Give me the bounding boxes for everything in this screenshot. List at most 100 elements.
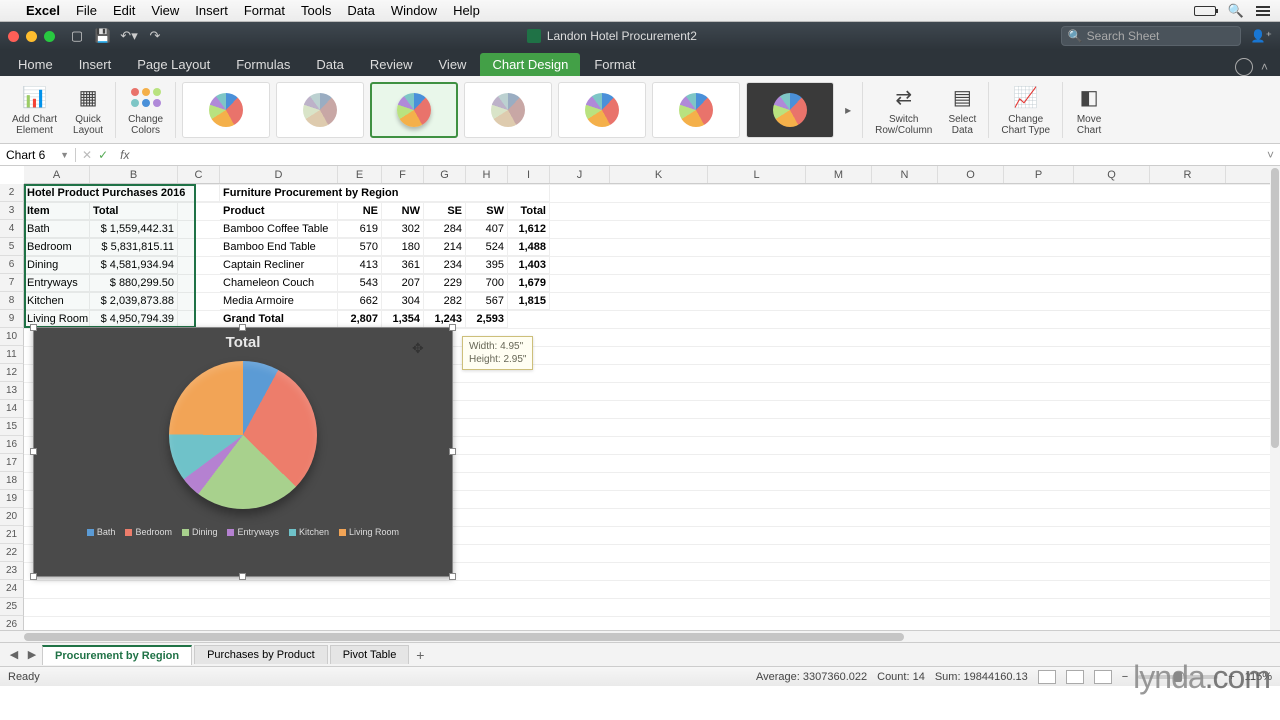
quick-layout-label: Quick Layout (73, 114, 103, 136)
collapse-ribbon-button[interactable]: ˄ (1261, 60, 1268, 74)
share-icon[interactable]: 👤⁺ (1251, 29, 1272, 43)
embedded-chart[interactable]: Total BathBedroomDiningEntrywaysKitchenL… (33, 327, 453, 577)
handle-ne[interactable] (449, 324, 456, 331)
excel-icon (527, 29, 541, 43)
change-chart-type-icon: 📈 (1012, 84, 1040, 112)
close-button[interactable] (8, 31, 19, 42)
handle-nw[interactable] (30, 324, 37, 331)
handle-s[interactable] (239, 573, 246, 580)
menu-file[interactable]: File (76, 3, 97, 18)
minimize-button[interactable] (26, 31, 37, 42)
menu-window[interactable]: Window (391, 3, 437, 18)
name-box-dropdown-icon[interactable]: ▼ (60, 150, 69, 160)
menu-edit[interactable]: Edit (113, 3, 135, 18)
pie-chart[interactable] (169, 361, 317, 509)
status-sum: Sum: 19844160.13 (935, 671, 1028, 683)
tab-home[interactable]: Home (6, 53, 65, 76)
zoom-in-button[interactable]: + (1228, 671, 1234, 683)
search-sheet-input[interactable]: 🔍 Search Sheet (1061, 26, 1241, 46)
select-data-label: Select Data (948, 114, 976, 136)
hscroll-thumb[interactable] (24, 633, 904, 641)
quick-layout-button[interactable]: ▦ Quick Layout (67, 82, 109, 138)
view-normal-button[interactable] (1038, 670, 1056, 684)
view-page-layout-button[interactable] (1066, 670, 1084, 684)
tab-page-layout[interactable]: Page Layout (125, 53, 222, 76)
move-chart-button[interactable]: ◧ Move Chart (1069, 82, 1109, 138)
menu-format[interactable]: Format (244, 3, 285, 18)
chart-style-3[interactable] (370, 82, 458, 138)
menu-view[interactable]: View (151, 3, 179, 18)
menu-help[interactable]: Help (453, 3, 480, 18)
chart-style-4[interactable] (464, 82, 552, 138)
chart-style-7[interactable] (746, 82, 834, 138)
search-placeholder: Search Sheet (1087, 29, 1160, 43)
change-chart-type-button[interactable]: 📈 Change Chart Type (995, 82, 1056, 138)
cancel-formula-icon[interactable]: ✕ (82, 148, 92, 162)
chart-style-6[interactable] (652, 82, 740, 138)
chart-title[interactable]: Total (34, 328, 452, 353)
zoom-thumb[interactable] (1174, 672, 1182, 682)
column-headers[interactable]: ABCDEFGHIJKLMNOPQR (24, 166, 1280, 184)
prev-sheet-button[interactable]: ◀ (6, 647, 22, 663)
name-box[interactable]: Chart 6 ▼ (0, 148, 76, 162)
mac-menubar: Excel File Edit View Insert Format Tools… (0, 0, 1280, 22)
horizontal-scrollbar[interactable] (0, 630, 1280, 642)
handle-sw[interactable] (30, 573, 37, 580)
menu-insert[interactable]: Insert (195, 3, 228, 18)
chart-legend[interactable]: BathBedroomDiningEntrywaysKitchenLiving … (34, 527, 452, 537)
next-sheet-button[interactable]: ▶ (24, 647, 40, 663)
tab-chart-design[interactable]: Chart Design (480, 53, 580, 76)
chart-style-5[interactable] (558, 82, 646, 138)
row-headers[interactable]: 2345678910111213141516171819202122232425… (0, 184, 24, 630)
notifications-icon[interactable] (1256, 6, 1270, 16)
accept-formula-icon[interactable]: ✓ (98, 148, 108, 162)
collapse-ribbon-icon[interactable]: ▢ (69, 28, 85, 44)
search-icon: 🔍 (1068, 29, 1083, 43)
tab-insert[interactable]: Insert (67, 53, 124, 76)
tab-view[interactable]: View (427, 53, 479, 76)
tab-review[interactable]: Review (358, 53, 425, 76)
tab-formulas[interactable]: Formulas (224, 53, 302, 76)
sheet-tab-2[interactable]: Purchases by Product (194, 645, 328, 664)
add-chart-element-button[interactable]: 📊 Add Chart Element (6, 82, 63, 138)
maximize-button[interactable] (44, 31, 55, 42)
chart-style-2[interactable] (276, 82, 364, 138)
tab-format[interactable]: Format (582, 53, 647, 76)
sheet-tabs: ◀ ▶ Procurement by Region Purchases by P… (0, 642, 1280, 666)
switch-icon: ⇄ (890, 84, 918, 112)
app-name[interactable]: Excel (26, 3, 60, 18)
feedback-icon[interactable] (1235, 58, 1253, 76)
handle-se[interactable] (449, 573, 456, 580)
more-chart-styles[interactable]: ▸ (840, 82, 856, 138)
select-data-button[interactable]: ▤ Select Data (942, 82, 982, 138)
handle-w[interactable] (30, 448, 37, 455)
chart-style-1[interactable] (182, 82, 270, 138)
sheet-tab-3[interactable]: Pivot Table (330, 645, 410, 664)
redo-icon[interactable]: ↷ (147, 28, 163, 44)
fx-icon[interactable]: fx (120, 148, 129, 162)
vertical-scrollbar[interactable] (1270, 166, 1280, 630)
switch-row-column-button[interactable]: ⇄ Switch Row/Column (869, 82, 938, 138)
change-colors-button[interactable]: Change Colors (122, 82, 169, 138)
zoom-slider[interactable] (1138, 675, 1218, 679)
spotlight-icon[interactable]: 🔍 (1228, 3, 1244, 19)
window-titlebar: ▢ 💾 ↶▾ ↷ Landon Hotel Procurement2 🔍 Sea… (0, 22, 1280, 50)
status-count: Count: 14 (877, 671, 925, 683)
undo-icon[interactable]: ↶▾ (121, 28, 137, 44)
vscroll-thumb[interactable] (1271, 168, 1279, 448)
handle-n[interactable] (239, 324, 246, 331)
sheet-tab-1[interactable]: Procurement by Region (42, 645, 192, 665)
view-page-break-button[interactable] (1094, 670, 1112, 684)
chart-styles-gallery: ▸ (182, 82, 856, 138)
name-box-value: Chart 6 (6, 148, 45, 162)
zoom-value[interactable]: 115% (1245, 671, 1272, 683)
worksheet-grid[interactable]: ABCDEFGHIJKLMNOPQR 234567891011121314151… (0, 166, 1280, 630)
handle-e[interactable] (449, 448, 456, 455)
expand-formula-bar[interactable]: ˅ (1261, 148, 1280, 162)
tab-data[interactable]: Data (304, 53, 355, 76)
zoom-out-button[interactable]: − (1122, 671, 1128, 683)
add-sheet-button[interactable]: + (411, 646, 429, 664)
save-icon[interactable]: 💾 (95, 28, 111, 44)
menu-data[interactable]: Data (347, 3, 374, 18)
menu-tools[interactable]: Tools (301, 3, 331, 18)
